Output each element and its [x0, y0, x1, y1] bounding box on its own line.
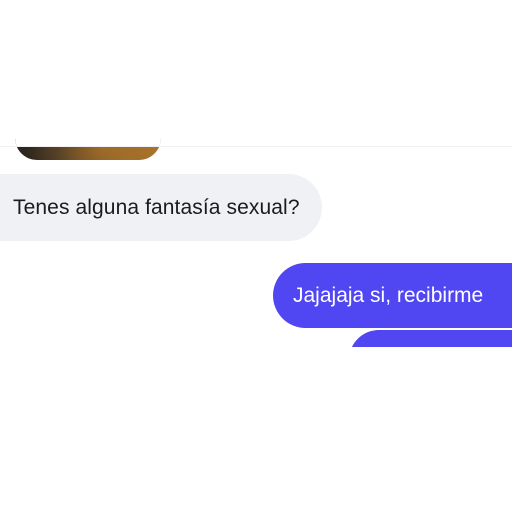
outgoing-message-bubble[interactable]: Jajajaja si, recibirme	[273, 263, 512, 328]
chat-empty-area	[0, 347, 512, 512]
photo-cropped-area	[15, 80, 161, 146]
incoming-photo-message[interactable]	[15, 80, 161, 160]
chat-screen: Tenes alguna fantasía sexual? Jajajaja s…	[0, 0, 512, 512]
chat-divider	[0, 146, 512, 147]
incoming-message-text: Tenes alguna fantasía sexual?	[13, 195, 300, 219]
incoming-message-bubble[interactable]: Tenes alguna fantasía sexual?	[0, 174, 322, 241]
outgoing-message-text: Jajajaja si, recibirme	[293, 283, 484, 307]
